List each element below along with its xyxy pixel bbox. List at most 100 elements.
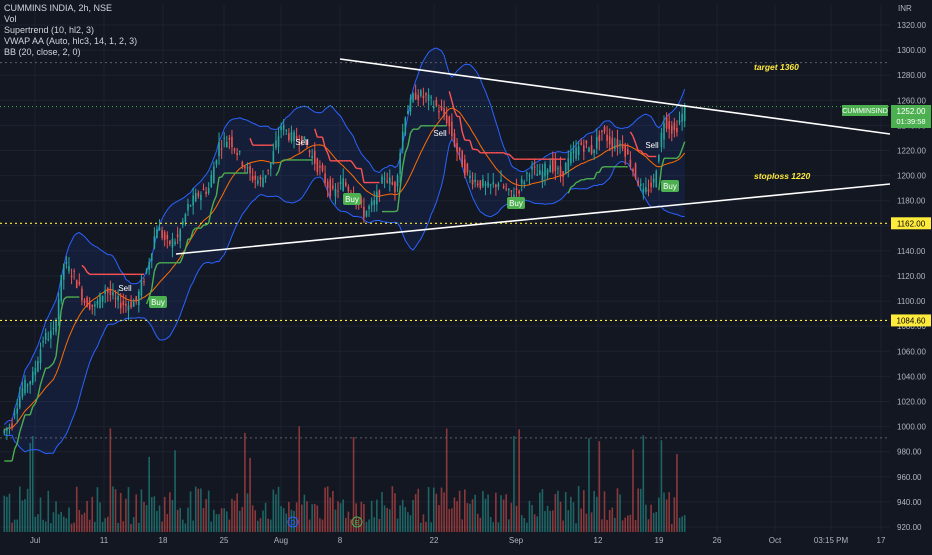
- candle-body[interactable]: [614, 146, 616, 149]
- candle-body[interactable]: [622, 144, 624, 149]
- candle-body[interactable]: [50, 331, 52, 339]
- candle-body[interactable]: [635, 163, 637, 178]
- candle-body[interactable]: [632, 169, 634, 171]
- candle-body[interactable]: [110, 290, 112, 295]
- candle-body[interactable]: [159, 228, 161, 231]
- candle-body[interactable]: [461, 151, 463, 167]
- candle-body[interactable]: [275, 140, 277, 147]
- candle-body[interactable]: [234, 149, 236, 151]
- candle-body[interactable]: [37, 361, 39, 372]
- candle-body[interactable]: [133, 302, 135, 307]
- candle-body[interactable]: [14, 414, 16, 415]
- candle-body[interactable]: [309, 150, 311, 152]
- candle-body[interactable]: [130, 302, 132, 307]
- candle-body[interactable]: [166, 235, 168, 239]
- candle-body[interactable]: [536, 174, 538, 176]
- candle-body[interactable]: [58, 299, 60, 318]
- candle-body[interactable]: [254, 176, 256, 180]
- candle-body[interactable]: [203, 189, 205, 190]
- candle-body[interactable]: [567, 158, 569, 170]
- candle-body[interactable]: [260, 177, 262, 180]
- candle-body[interactable]: [89, 301, 91, 309]
- candle-body[interactable]: [547, 170, 549, 175]
- candle-body[interactable]: [335, 189, 337, 197]
- candle-body[interactable]: [247, 167, 249, 169]
- candle-body[interactable]: [135, 296, 137, 301]
- candle-body[interactable]: [668, 121, 670, 129]
- candle-body[interactable]: [404, 118, 406, 135]
- candle-body[interactable]: [63, 264, 65, 279]
- candle-body[interactable]: [11, 423, 13, 428]
- candle-body[interactable]: [477, 184, 479, 185]
- candle-body[interactable]: [86, 297, 88, 307]
- candle-body[interactable]: [161, 230, 163, 238]
- candle-body[interactable]: [79, 282, 81, 285]
- candle-body[interactable]: [490, 184, 492, 185]
- candle-body[interactable]: [539, 170, 541, 174]
- candle-body[interactable]: [187, 204, 189, 211]
- candle-body[interactable]: [252, 176, 254, 180]
- candle-body[interactable]: [368, 206, 370, 209]
- candle-body[interactable]: [314, 151, 316, 164]
- candle-body[interactable]: [198, 193, 200, 197]
- candle-body[interactable]: [417, 95, 419, 100]
- candle-body[interactable]: [570, 152, 572, 163]
- candle-body[interactable]: [524, 182, 526, 184]
- candle-body[interactable]: [60, 275, 62, 301]
- candle-body[interactable]: [617, 139, 619, 148]
- candle-body[interactable]: [182, 221, 184, 224]
- candle-body[interactable]: [381, 176, 383, 183]
- candle-body[interactable]: [223, 138, 225, 139]
- legend-volume[interactable]: Vol: [4, 14, 137, 25]
- candle-body[interactable]: [244, 166, 246, 168]
- candle-body[interactable]: [337, 191, 339, 192]
- candle-body[interactable]: [270, 162, 272, 168]
- sell-signal-label[interactable]: Sell: [645, 141, 659, 150]
- candle-body[interactable]: [156, 229, 158, 238]
- candle-body[interactable]: [112, 292, 114, 295]
- candle-body[interactable]: [500, 180, 502, 182]
- candle-body[interactable]: [384, 178, 386, 179]
- candle-body[interactable]: [373, 200, 375, 205]
- candle-body[interactable]: [210, 175, 212, 187]
- candle-body[interactable]: [143, 281, 145, 282]
- candle-body[interactable]: [464, 159, 466, 175]
- candle-body[interactable]: [125, 304, 127, 306]
- candle-body[interactable]: [565, 163, 567, 174]
- candle-body[interactable]: [47, 339, 49, 340]
- candle-body[interactable]: [221, 148, 223, 149]
- candle-body[interactable]: [226, 142, 228, 147]
- candle-body[interactable]: [671, 126, 673, 134]
- candle-body[interactable]: [24, 380, 26, 393]
- candle-body[interactable]: [511, 190, 513, 191]
- legend-vwap[interactable]: VWAP AA (Auto, hlc3, 14, 1, 2, 3): [4, 36, 137, 47]
- candle-body[interactable]: [141, 280, 143, 295]
- candle-body[interactable]: [428, 95, 430, 101]
- candle-body[interactable]: [420, 91, 422, 96]
- candle-body[interactable]: [643, 189, 645, 192]
- candle-body[interactable]: [45, 333, 47, 340]
- candle-body[interactable]: [650, 183, 652, 188]
- candle-body[interactable]: [190, 205, 192, 206]
- candle-body[interactable]: [544, 164, 546, 177]
- candle-body[interactable]: [84, 300, 86, 303]
- candle-body[interactable]: [640, 184, 642, 186]
- candle-body[interactable]: [498, 184, 500, 187]
- candle-body[interactable]: [578, 146, 580, 155]
- candle-body[interactable]: [285, 130, 287, 131]
- candle-body[interactable]: [601, 130, 603, 132]
- candle-body[interactable]: [415, 93, 417, 99]
- candle-body[interactable]: [474, 180, 476, 182]
- candle-body[interactable]: [71, 276, 73, 278]
- candle-body[interactable]: [653, 179, 655, 183]
- price-chart[interactable]: SellBuySellBuySellBuySellBuy target 1360…: [0, 0, 932, 550]
- candle-body[interactable]: [663, 123, 665, 139]
- candle-body[interactable]: [619, 144, 621, 146]
- sell-signal-label[interactable]: Sell: [433, 129, 447, 138]
- candle-body[interactable]: [399, 153, 401, 174]
- candle-body[interactable]: [42, 341, 44, 343]
- legend-symbol[interactable]: CUMMINS INDIA, 2h, NSE: [4, 3, 137, 14]
- candle-body[interactable]: [311, 156, 313, 158]
- candle-body[interactable]: [169, 241, 171, 244]
- candle-body[interactable]: [340, 182, 342, 184]
